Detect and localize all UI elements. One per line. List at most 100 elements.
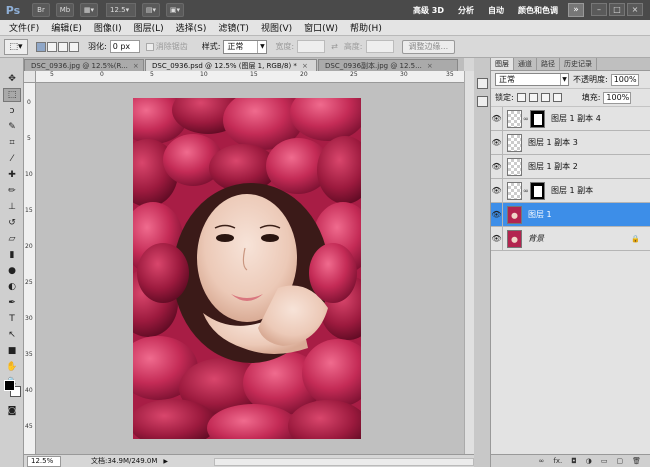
layer-row[interactable]: 👁 ∞ 图层 1 副本	[491, 178, 650, 203]
layer-name[interactable]: 图层 1 副本 2	[528, 161, 578, 172]
subtract-selection-mode[interactable]	[58, 41, 68, 52]
antialias-checkbox[interactable]	[145, 42, 154, 51]
dodge-tool-icon[interactable]: ◐	[3, 280, 21, 294]
screen-mode-button[interactable]: ▣▾	[166, 3, 184, 17]
layer-mask-thumbnail[interactable]	[530, 181, 545, 200]
eye-icon[interactable]: 👁	[491, 154, 503, 179]
clone-stamp-tool-icon[interactable]: ⊥	[3, 200, 21, 214]
pen-tool-icon[interactable]: ✒	[3, 296, 21, 310]
menu-window[interactable]: 窗口(W)	[304, 21, 338, 34]
tab-channels[interactable]: 通道	[514, 58, 537, 70]
blend-mode-select[interactable]: 正常 ▼	[495, 73, 569, 86]
layer-row-background[interactable]: 👁 背景 🔒	[491, 226, 650, 251]
brush-tool-icon[interactable]: ✏	[3, 184, 21, 198]
minimize-button[interactable]: –	[591, 3, 607, 16]
crop-tool-icon[interactable]: ⌗	[3, 136, 21, 150]
workspace-color-tone[interactable]: 颜色和色调	[518, 5, 558, 16]
eye-icon[interactable]: 👁	[491, 106, 503, 131]
horizontal-scrollbar[interactable]	[214, 458, 474, 466]
horizontal-ruler[interactable]: 5 0 5 10 15 20 25 30 35	[36, 71, 464, 83]
blur-tool-icon[interactable]: ●	[3, 264, 21, 278]
menu-image[interactable]: 图像(I)	[94, 21, 122, 34]
tab-paths[interactable]: 路径	[537, 58, 560, 70]
view-extras-button[interactable]: ▦▾	[80, 3, 98, 17]
link-layers-icon[interactable]: ∞	[539, 457, 545, 465]
menu-layer[interactable]: 图层(L)	[134, 21, 164, 34]
intersect-selection-mode[interactable]	[69, 41, 79, 52]
close-button[interactable]: ×	[627, 3, 643, 16]
opacity-input[interactable]: 100%	[610, 73, 639, 86]
adjustment-layer-icon[interactable]: ◑	[586, 457, 592, 465]
menu-select[interactable]: 选择(S)	[176, 21, 207, 34]
menu-edit[interactable]: 编辑(E)	[51, 21, 82, 34]
arrange-documents-button[interactable]: ▤▾	[142, 3, 160, 17]
fx-icon[interactable]: fx.	[553, 457, 562, 465]
lock-position-icon[interactable]	[540, 93, 550, 102]
new-selection-mode[interactable]	[36, 41, 46, 52]
move-tool-icon[interactable]: ✥	[3, 72, 21, 86]
bridge-button[interactable]: Br	[32, 3, 50, 17]
status-menu-arrow[interactable]: ▶	[163, 458, 168, 465]
style-select[interactable]: 正常 ▼	[223, 39, 268, 54]
eye-icon[interactable]: 👁	[491, 130, 503, 155]
lock-all-icon[interactable]	[552, 93, 562, 102]
status-zoom-field[interactable]: 12.5%	[27, 455, 61, 467]
tab-dsc0936-copy-jpg[interactable]: DSC_0936副本.jpg @ 12.5... ×	[318, 59, 458, 71]
eye-icon[interactable]: 👁	[491, 226, 503, 251]
zoom-level-select[interactable]: 12.5 ▾	[106, 3, 136, 17]
menu-file[interactable]: 文件(F)	[9, 21, 39, 34]
add-mask-icon[interactable]: ◘	[571, 457, 577, 465]
mini-bridge-button[interactable]: Mb	[56, 3, 74, 17]
layer-row[interactable]: 👁 图层 1 副本 3	[491, 130, 650, 155]
feather-input[interactable]: 0 px	[109, 40, 140, 53]
workspace-3d[interactable]: 高级 3D	[413, 5, 444, 16]
lock-transparency-icon[interactable]	[516, 93, 526, 102]
lock-pixels-icon[interactable]	[528, 93, 538, 102]
tab-dsc0936-psd[interactable]: DSC_0936.psd @ 12.5% (图层 1, RGB/8) * ×	[145, 59, 317, 71]
path-select-tool-icon[interactable]: ↖	[3, 328, 21, 342]
lasso-tool-icon[interactable]: ↄ	[3, 104, 21, 118]
menu-view[interactable]: 视图(V)	[261, 21, 292, 34]
layer-name[interactable]: 图层 1 副本	[551, 185, 593, 196]
height-input[interactable]	[365, 40, 394, 53]
quick-select-tool-icon[interactable]: ✎	[3, 120, 21, 134]
eye-icon[interactable]: 👁	[491, 178, 503, 203]
fill-input[interactable]: 100%	[603, 91, 632, 104]
gradient-tool-icon[interactable]: ▮	[3, 248, 21, 262]
close-icon[interactable]: ×	[133, 62, 139, 70]
eyedropper-tool-icon[interactable]: ⁄	[3, 152, 21, 166]
tab-history[interactable]: 历史记录	[560, 58, 597, 70]
layer-mask-thumbnail[interactable]	[530, 109, 545, 128]
document-canvas[interactable]	[36, 83, 464, 454]
ruler-origin[interactable]	[24, 71, 36, 83]
maximize-button[interactable]: □	[609, 3, 625, 16]
layer-row-selected[interactable]: 👁 图层 1	[491, 202, 650, 227]
healing-brush-tool-icon[interactable]: ✚	[3, 168, 21, 182]
swap-icon[interactable]: ⇄	[331, 42, 338, 51]
layer-name[interactable]: 图层 1	[528, 209, 552, 220]
shape-tool-icon[interactable]: ■	[3, 344, 21, 358]
menu-help[interactable]: 帮助(H)	[350, 21, 382, 34]
close-icon[interactable]: ×	[302, 62, 308, 70]
menu-filter[interactable]: 滤镜(T)	[218, 21, 249, 34]
hand-tool-icon[interactable]: ✋	[3, 360, 21, 374]
layer-name[interactable]: 图层 1 副本 4	[551, 113, 601, 124]
vertical-ruler[interactable]: 0 5 10 15 20 25 30 35 40 45	[24, 83, 36, 454]
refine-edge-button[interactable]: 调整边缘...	[401, 39, 456, 54]
link-icon[interactable]: ∞	[523, 115, 529, 123]
link-icon[interactable]: ∞	[523, 187, 529, 195]
workspace-more-button[interactable]: »	[568, 3, 584, 17]
foreground-color-swatch[interactable]	[4, 380, 15, 391]
quick-mask-icon[interactable]: ◙	[3, 404, 21, 418]
tab-dsc0936-jpg[interactable]: DSC_0936.jpg @ 12.5%(R... ×	[24, 59, 144, 71]
add-selection-mode[interactable]	[47, 41, 57, 52]
new-layer-icon[interactable]: ▢	[616, 457, 623, 465]
trash-icon[interactable]: 🗑	[632, 457, 641, 465]
history-brush-tool-icon[interactable]: ↺	[3, 216, 21, 230]
eye-icon[interactable]: 👁	[491, 202, 503, 227]
layer-name[interactable]: 背景	[528, 233, 544, 244]
vertical-scrollbar[interactable]	[464, 71, 474, 454]
layer-row[interactable]: 👁 ∞ 图层 1 副本 4	[491, 106, 650, 131]
close-icon[interactable]: ×	[427, 62, 433, 70]
layer-name[interactable]: 图层 1 副本 3	[528, 137, 578, 148]
